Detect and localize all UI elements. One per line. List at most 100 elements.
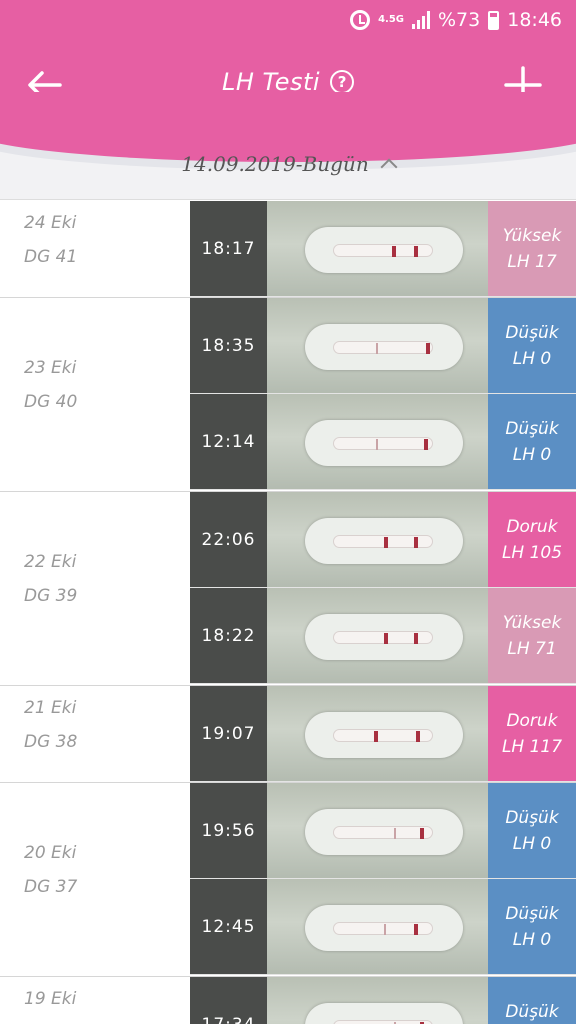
test-strip xyxy=(305,1003,463,1024)
chevron-up-icon xyxy=(380,158,398,176)
test-time: 17:34 xyxy=(190,977,267,1024)
test-line xyxy=(384,633,388,644)
day-labels: 19 Eki xyxy=(24,982,76,1016)
signal-icon xyxy=(412,11,430,29)
day-group: 22 Eki DG 39 22:06 Doruk LH 105 18:22 Yüksek LH… xyxy=(0,492,576,686)
test-result: Düşük LH 0 xyxy=(488,298,576,393)
day-labels: 20 Eki DG 37 xyxy=(24,836,77,904)
battery-percent: %73 xyxy=(438,9,481,31)
test-time: 22:06 xyxy=(190,492,267,587)
test-line xyxy=(394,828,396,839)
test-time: 18:22 xyxy=(190,588,267,683)
result-label: Doruk xyxy=(506,711,558,731)
test-entry[interactable]: 12:45 Düşük LH 0 xyxy=(190,879,576,975)
test-entry[interactable]: 12:14 Düşük LH 0 xyxy=(190,394,576,490)
test-strip xyxy=(305,227,463,273)
control-line xyxy=(420,828,424,839)
day-date: 19 Eki xyxy=(24,988,77,1009)
test-entry[interactable]: 18:17 Yüksek LH 17 xyxy=(190,201,576,297)
network-type: 4.5G xyxy=(378,14,404,25)
day-date: 21 Eki xyxy=(24,697,77,718)
day-labels: 23 Eki DG 40 xyxy=(24,351,77,419)
test-strip xyxy=(305,420,463,466)
lh-value: LH 0 xyxy=(512,834,552,854)
lh-value: LH 0 xyxy=(512,349,552,369)
test-result: Düşük xyxy=(488,977,576,1024)
control-line xyxy=(414,633,418,644)
result-window xyxy=(333,437,433,450)
result-window xyxy=(333,341,433,354)
test-entry[interactable]: 18:35 Düşük LH 0 xyxy=(190,298,576,394)
lh-value: LH 105 xyxy=(501,543,563,563)
result-label: Yüksek xyxy=(502,226,562,246)
test-strip xyxy=(305,712,463,758)
test-entry[interactable]: 22:06 Doruk LH 105 xyxy=(190,492,576,588)
lh-value: LH 71 xyxy=(507,639,557,659)
test-entry[interactable]: 18:22 Yüksek LH 71 xyxy=(190,588,576,684)
test-line xyxy=(374,731,378,742)
lh-value: LH 17 xyxy=(507,252,557,272)
test-line xyxy=(392,246,396,257)
test-time: 12:14 xyxy=(190,394,267,489)
result-window xyxy=(333,826,433,839)
cycle-day: DG 41 xyxy=(24,246,78,267)
test-line xyxy=(376,343,378,354)
result-window xyxy=(333,631,433,644)
test-result: Yüksek LH 17 xyxy=(488,201,576,296)
control-line xyxy=(414,924,418,935)
result-window xyxy=(333,922,433,935)
date-range-label: 14.09.2019-Bugün xyxy=(181,152,369,176)
test-strip-photo[interactable] xyxy=(267,783,488,878)
test-result: Doruk LH 105 xyxy=(488,492,576,587)
test-strip-photo[interactable] xyxy=(267,977,488,1024)
result-label: Düşük xyxy=(505,808,559,828)
result-window xyxy=(333,535,433,548)
control-line xyxy=(424,439,428,450)
test-line xyxy=(376,439,378,450)
test-entry[interactable]: 19:07 Doruk LH 117 xyxy=(190,686,576,782)
result-label: Düşük xyxy=(505,1002,559,1022)
test-strip xyxy=(305,809,463,855)
date-range-header[interactable]: 14.09.2019-Bugün xyxy=(0,92,576,200)
day-date: 24 Eki xyxy=(24,212,77,233)
test-entry[interactable]: 17:34 Düşük xyxy=(190,977,576,1024)
status-bar: 4.5G %73 18:46 xyxy=(0,0,576,40)
test-strip xyxy=(305,614,463,660)
help-icon[interactable]: ? xyxy=(330,70,355,94)
result-label: Doruk xyxy=(506,517,558,537)
test-list: 24 Eki DG 41 18:17 Yüksek LH 17 23 Eki DG 40 18… xyxy=(0,201,576,1024)
result-label: Düşük xyxy=(505,419,559,439)
lh-value: LH 0 xyxy=(512,445,552,465)
day-labels: 21 Eki DG 38 xyxy=(24,691,77,759)
result-label: Düşük xyxy=(505,323,559,343)
test-strip-photo[interactable] xyxy=(267,879,488,974)
test-strip-photo[interactable] xyxy=(267,201,488,296)
test-result: Yüksek LH 71 xyxy=(488,588,576,683)
day-date: 23 Eki xyxy=(24,358,77,378)
clock: 18:46 xyxy=(507,9,562,31)
test-strip-photo[interactable] xyxy=(267,394,488,489)
day-labels: 22 Eki DG 39 xyxy=(24,545,77,613)
cycle-day: DG 38 xyxy=(24,731,78,752)
test-strip xyxy=(305,518,463,564)
test-strip xyxy=(305,905,463,951)
cycle-day: DG 40 xyxy=(24,392,78,412)
test-strip-photo[interactable] xyxy=(267,686,488,781)
battery-icon xyxy=(488,10,500,30)
test-time: 18:17 xyxy=(190,201,267,296)
day-labels: 24 Eki DG 41 xyxy=(24,206,77,274)
test-strip-photo[interactable] xyxy=(267,492,488,587)
test-line xyxy=(384,537,388,548)
test-strip-photo[interactable] xyxy=(267,298,488,393)
cycle-day: DG 39 xyxy=(24,586,78,606)
test-time: 19:56 xyxy=(190,783,267,878)
lh-value: LH 117 xyxy=(501,737,563,757)
test-entry[interactable]: 19:56 Düşük LH 0 xyxy=(190,783,576,879)
test-time: 19:07 xyxy=(190,686,267,781)
test-result: Düşük LH 0 xyxy=(488,783,576,878)
lh-value: LH 0 xyxy=(512,930,552,950)
test-time: 12:45 xyxy=(190,879,267,974)
test-result: Düşük LH 0 xyxy=(488,394,576,489)
test-strip-photo[interactable] xyxy=(267,588,488,683)
test-line xyxy=(384,924,386,935)
